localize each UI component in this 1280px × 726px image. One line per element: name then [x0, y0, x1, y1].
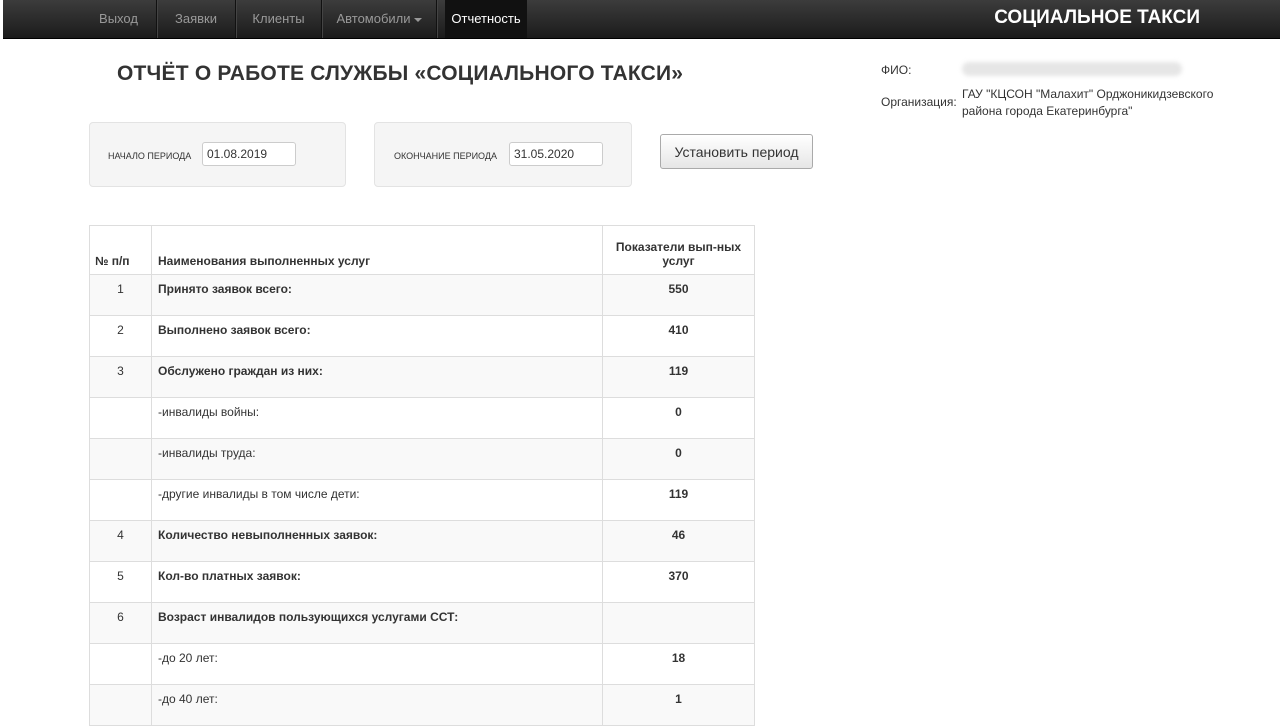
table-row: -инвалиды войны: 0 [89, 397, 755, 439]
row-value: 119 [602, 479, 755, 521]
table-row: 2 Выполнено заявок всего: 410 [89, 315, 755, 357]
row-num: 1 [89, 274, 152, 316]
row-value: 370 [602, 561, 755, 603]
row-num [89, 643, 152, 685]
row-name: -инвалиды труда: [151, 438, 603, 480]
brand-title: СОЦИАЛЬНОЕ ТАКСИ [994, 7, 1200, 28]
row-value: 46 [602, 520, 755, 562]
nav-item-reports[interactable]: Отчетность [445, 0, 527, 38]
row-name: -до 20 лет: [151, 643, 603, 685]
page-title: ОТЧЁТ О РАБОТЕ СЛУЖБЫ «СОЦИАЛЬНОГО ТАКСИ… [117, 62, 684, 85]
row-name: Кол-во платных заявок: [151, 561, 603, 603]
row-num: 4 [89, 520, 152, 562]
row-name: Количество невыполненных заявок: [151, 520, 603, 562]
row-num [89, 397, 152, 439]
row-value: 550 [602, 274, 755, 316]
table-row: 4 Количество невыполненных заявок: 46 [89, 520, 755, 562]
period-end-label: ОКОНЧАНИЕ ПЕРИОДА [394, 151, 497, 161]
table-row: -до 40 лет: 1 [89, 684, 755, 726]
report-table: № п/п Наименования выполненных услуг Пок… [89, 225, 755, 726]
row-name: Обслужено граждан из них: [151, 356, 603, 398]
caret-down-icon [413, 17, 422, 22]
row-num: 3 [89, 356, 152, 398]
nav-item-cars-label: Автомобили [336, 11, 411, 26]
nav-item-cars[interactable]: Автомобили [322, 0, 437, 38]
row-value [602, 602, 755, 644]
row-value: 410 [602, 315, 755, 357]
nav-item-clients[interactable]: Клиенты [236, 0, 322, 38]
table-row: 6 Возраст инвалидов пользующихся услугам… [89, 602, 755, 644]
table-row: -инвалиды труда: 0 [89, 438, 755, 480]
row-num: 5 [89, 561, 152, 603]
row-num [89, 438, 152, 480]
row-num [89, 684, 152, 726]
row-value: 0 [602, 397, 755, 439]
row-value: 0 [602, 438, 755, 480]
row-name: Принято заявок всего: [151, 274, 603, 316]
header-num: № п/п [89, 225, 152, 275]
row-value: 119 [602, 356, 755, 398]
row-name: -инвалиды войны: [151, 397, 603, 439]
nav-item-requests[interactable]: Заявки [157, 0, 236, 38]
period-start-box: НАЧАЛО ПЕРИОДА [89, 122, 346, 187]
period-end-input[interactable] [509, 142, 603, 166]
fio-value-redacted [962, 62, 1182, 76]
table-row: 3 Обслужено граждан из них: 119 [89, 356, 755, 398]
row-name: Выполнено заявок всего: [151, 315, 603, 357]
row-value: 18 [602, 643, 755, 685]
header-value: Показатели вып-ных услуг [602, 225, 755, 275]
nav-item-logout[interactable]: Выход [81, 0, 157, 38]
row-name: Возраст инвалидов пользующихся услугами … [151, 602, 603, 644]
org-value: ГАУ "КЦСОН "Малахит" Орджоникидзевского … [962, 87, 1214, 118]
set-period-button[interactable]: Установить период [660, 134, 813, 169]
table-row: 1 Принято заявок всего: 550 [89, 274, 755, 316]
table-row: -другие инвалиды в том числе дети: 119 [89, 479, 755, 521]
row-num: 2 [89, 315, 152, 357]
period-start-input[interactable] [202, 142, 296, 166]
row-value: 1 [602, 684, 755, 726]
period-start-label: НАЧАЛО ПЕРИОДА [108, 151, 192, 161]
row-name: -другие инвалиды в том числе дети: [151, 479, 603, 521]
period-end-box: ОКОНЧАНИЕ ПЕРИОДА [374, 122, 632, 187]
row-name: -до 40 лет: [151, 684, 603, 726]
table-row: 5 Кол-во платных заявок: 370 [89, 561, 755, 603]
row-num: 6 [89, 602, 152, 644]
top-navbar: Выход Заявки Клиенты Автомобили Отчетнос… [3, 0, 1280, 39]
org-label: Организация: [881, 95, 957, 109]
table-header-row: № п/п Наименования выполненных услуг Пок… [89, 225, 755, 275]
fio-label: ФИО: [881, 63, 912, 77]
table-row: -до 20 лет: 18 [89, 643, 755, 685]
header-name: Наименования выполненных услуг [151, 225, 603, 275]
row-num [89, 479, 152, 521]
